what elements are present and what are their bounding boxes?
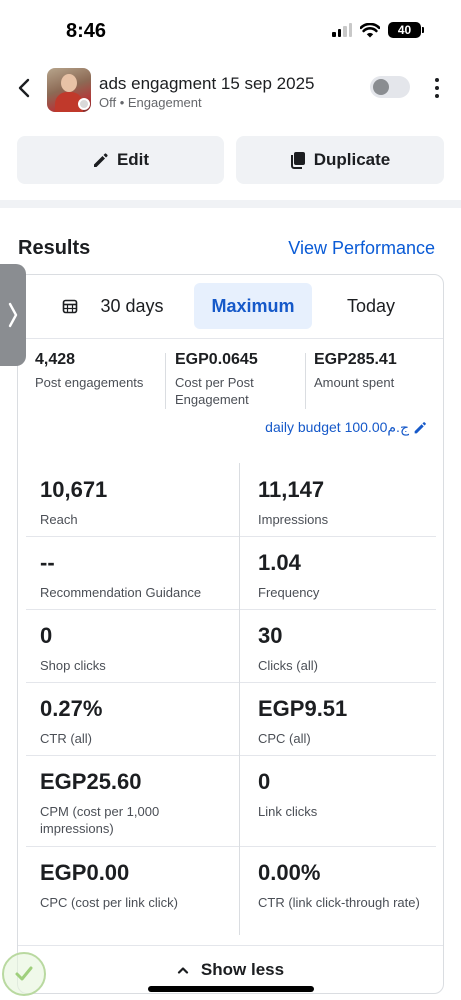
wifi-icon [360, 22, 380, 37]
metric-label: CPC (cost per link click) [40, 895, 178, 910]
duplicate-icon [290, 152, 305, 169]
metric-cpc-link[interactable]: EGP0.00 CPC (cost per link click) [26, 846, 222, 936]
results-heading: Results [18, 237, 91, 259]
ad-on-off-toggle[interactable] [370, 76, 410, 98]
chevron-up-icon [177, 966, 189, 974]
status-time: 8:46 [66, 20, 107, 42]
metric-ctr-link[interactable]: 0.00% CTR (link click-through rate) [244, 846, 436, 936]
calendar-icon [63, 299, 78, 314]
pencil-icon [93, 152, 108, 167]
watermark-logo [2, 952, 46, 996]
summary-label: Post engagements [35, 375, 144, 390]
metric-cpc-all[interactable]: EGP9.51 CPC (all) [244, 682, 436, 755]
metric-link-clicks[interactable]: 0 Link clicks [244, 755, 436, 845]
summary-divider [305, 353, 306, 409]
chevron-right-icon [8, 302, 18, 328]
metric-label: Frequency [258, 585, 320, 600]
metric-reach[interactable]: 10,671 Reach [26, 463, 222, 536]
more-options-button[interactable] [430, 76, 444, 100]
metric-value: EGP9.51 [258, 696, 348, 721]
metric-value: EGP25.60 [40, 769, 142, 794]
metric-frequency[interactable]: 1.04 Frequency [244, 536, 436, 609]
metric-label: Clicks (all) [258, 658, 318, 673]
edit-button[interactable]: Edit [17, 136, 224, 184]
summary-label: Amount spent [314, 375, 395, 390]
metric-value: 11,147 [258, 477, 325, 502]
metric-label: Shop clicks [40, 658, 106, 673]
tab-30-days-label: 30 days [100, 295, 164, 316]
daily-budget-text: daily budget 100.00ج.م [265, 419, 409, 435]
edit-label: Edit [116, 150, 150, 169]
ad-header: ads engagment 15 sep 2025 Off • Engageme… [0, 64, 461, 120]
tab-maximum[interactable]: Maximum [194, 283, 312, 329]
checkmark-icon [15, 966, 33, 981]
summary-value: EGP0.0645 [175, 351, 258, 368]
metric-clicks-all[interactable]: 30 Clicks (all) [244, 609, 436, 682]
metric-label: Recommendation Guidance [40, 585, 202, 600]
summary-amount-spent[interactable]: EGP285.41 Amount spent [314, 351, 438, 409]
summary-row: 4,428 Post engagements EGP0.0645 Cost pe… [18, 351, 443, 409]
metric-value: 0 [258, 769, 271, 794]
show-less-label: Show less [200, 959, 285, 979]
metric-value: 0.27% [40, 696, 103, 721]
summary-cost-per-engagement[interactable]: EGP0.0645 Cost per Post Engagement [175, 351, 303, 409]
metric-value: 0.00% [258, 860, 321, 885]
metric-value: -- [40, 550, 55, 575]
summary-label: Cost per Post Engagement [175, 375, 254, 407]
status-bar: 8:46 40 [0, 0, 461, 58]
metric-label: Reach [40, 512, 78, 527]
home-indicator [148, 986, 314, 992]
summary-value: EGP285.41 [314, 351, 397, 368]
metric-label: Impressions [258, 512, 329, 527]
metric-label: Link clicks [258, 804, 318, 819]
tab-today[interactable]: Today [312, 283, 430, 329]
metric-ctr-all[interactable]: 0.27% CTR (all) [26, 682, 222, 755]
back-button[interactable] [12, 74, 36, 102]
cellular-signal-icon [332, 23, 352, 37]
pencil-icon [414, 421, 426, 433]
side-panel-handle[interactable] [0, 264, 26, 366]
metric-cpm[interactable]: EGP25.60 CPM (cost per 1,000 impressions… [26, 755, 222, 845]
metric-recommendation-guidance[interactable]: -- Recommendation Guidance [26, 536, 222, 609]
metric-value: 10,671 [40, 477, 108, 502]
summary-post-engagements[interactable]: 4,428 Post engagements [35, 351, 163, 409]
duplicate-label: Duplicate [313, 150, 391, 169]
metric-value: 0 [40, 623, 53, 648]
metrics-column-divider [239, 463, 240, 935]
metric-impressions[interactable]: 11,147 Impressions [244, 463, 436, 536]
metric-value: EGP0.00 [40, 860, 130, 885]
metric-label: CPM (cost per 1,000 impressions) [40, 804, 160, 836]
ad-status-subtitle: Off • Engagement [99, 95, 202, 110]
daily-budget-link[interactable]: daily budget 100.00ج.م [265, 419, 427, 436]
more-dots-icon [435, 78, 439, 82]
metric-value: 30 [258, 623, 283, 648]
summary-divider [165, 353, 166, 409]
ad-title: ads engagment 15 sep 2025 [99, 74, 315, 93]
tab-30-days[interactable]: 30 days [32, 283, 194, 329]
chevron-left-icon [18, 78, 30, 98]
metric-label: CTR (link click-through rate) [258, 895, 420, 910]
duplicate-button[interactable]: Duplicate [236, 136, 444, 184]
summary-value: 4,428 [35, 351, 76, 368]
metric-label: CPC (all) [258, 731, 311, 746]
section-divider [0, 200, 461, 208]
battery-icon: 40 [388, 22, 424, 38]
status-icons: 40 [332, 22, 424, 38]
results-card: 30 days Maximum Today 4,428 Post engagem… [17, 274, 444, 994]
metric-shop-clicks[interactable]: 0 Shop clicks [26, 609, 222, 682]
status-dot-icon [78, 98, 90, 110]
metric-label: CTR (all) [40, 731, 92, 746]
date-range-tabs: 30 days Maximum Today [18, 275, 443, 339]
view-performance-link[interactable]: View Performance [288, 238, 435, 259]
metric-value: 1.04 [258, 550, 301, 575]
